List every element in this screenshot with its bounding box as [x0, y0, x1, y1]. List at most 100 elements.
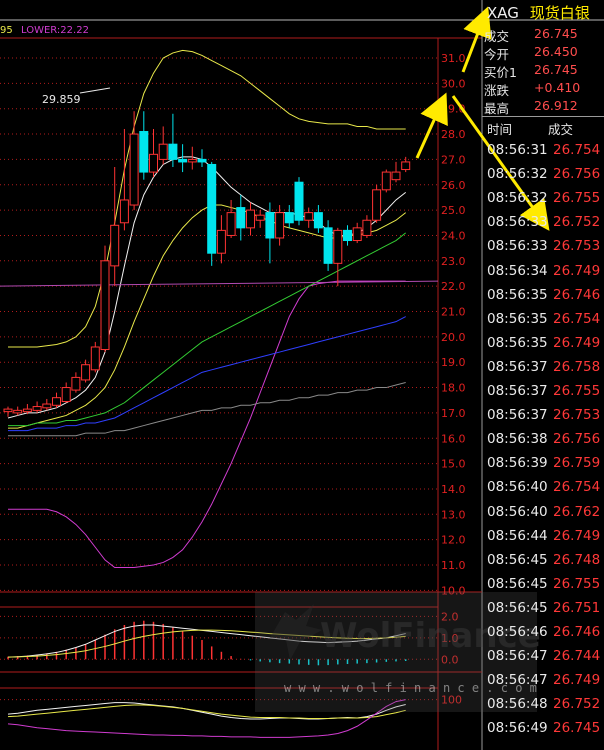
tick-time: 08:56:39 [487, 455, 548, 472]
tick-time: 08:56:45 [487, 551, 548, 568]
y-tick-label: 12.0 [441, 534, 466, 547]
y-tick-label: 25.0 [441, 204, 466, 217]
tick-price: 26.755 [553, 383, 601, 399]
candle-body [178, 158, 188, 163]
tick-time: 08:56:35 [487, 310, 548, 327]
tick-price: 26.749 [553, 527, 601, 544]
y-tick-label: 13.0 [441, 508, 466, 521]
tick-price: 26.756 [553, 166, 601, 183]
y-tick-label: 14.0 [441, 483, 466, 496]
tick-row: 08:56:38 26.756 [482, 431, 604, 455]
y-tick-label: 18.0 [441, 382, 466, 395]
candle-body [129, 133, 139, 206]
overlay-lower_band [8, 280, 406, 569]
tick-price: 26.745 [553, 720, 601, 737]
tick-price: 26.754 [553, 142, 601, 158]
candle-body [313, 212, 323, 229]
tick-price: 26.753 [553, 407, 601, 424]
tick-row: 08:56:33 26.752 [482, 214, 604, 238]
overlay-ma_white [7, 156, 407, 419]
candle-body [304, 212, 314, 221]
symbol-code: XAG [487, 4, 519, 22]
tick-time: 08:56:32 [487, 166, 548, 183]
tick-row: 08:56:45 26.748 [482, 552, 604, 576]
tick-time: 08:56:37 [487, 358, 548, 375]
tick-price: 26.751 [553, 599, 601, 616]
quote-value: 26.450 [534, 44, 578, 59]
candle-body [372, 189, 382, 221]
candle-body [71, 376, 81, 391]
tick-price: 26.752 [553, 214, 601, 231]
candle-body [197, 158, 207, 163]
candle-body [294, 181, 304, 221]
tick-row: 08:56:34 26.749 [482, 263, 604, 287]
candle-body [13, 409, 23, 414]
tick-time: 08:56:40 [487, 479, 548, 496]
tick-price: 26.759 [553, 455, 601, 472]
quote-value: 26.745 [534, 62, 578, 77]
tick-price: 26.749 [553, 672, 601, 689]
y-tick-label: 27.0 [441, 153, 466, 166]
quote-value: 26.745 [534, 26, 578, 41]
y-tick-label: 31.0 [441, 52, 466, 65]
tick-price: 26.754 [553, 310, 601, 327]
candle-body [246, 209, 255, 229]
candle-body [158, 143, 168, 160]
tick-row: 08:56:47 26.749 [482, 672, 604, 696]
tick-row: 08:56:48 26.752 [482, 696, 604, 720]
tick-row: 08:56:37 26.753 [482, 407, 604, 431]
tick-time: 08:56:34 [487, 262, 548, 279]
indicator-value-label: 95 [0, 25, 13, 36]
tick-price: 26.749 [553, 262, 601, 279]
tick-row: 08:56:45 26.755 [482, 576, 604, 600]
tick-price: 26.755 [553, 575, 601, 592]
candle-body [333, 229, 343, 264]
tick-price: 26.762 [553, 503, 601, 520]
candle-body [52, 397, 61, 406]
tick-row: 08:56:37 26.758 [482, 359, 604, 383]
tick-row: 08:56:35 26.749 [482, 335, 604, 359]
y-tick-label: 21.0 [441, 306, 466, 319]
tick-row: 08:56:39 26.759 [482, 455, 604, 479]
tick-time: 08:56:45 [487, 599, 548, 616]
tick-row: 08:56:44 26.749 [482, 528, 604, 552]
candle-body [391, 171, 401, 181]
ticks-header-price: 成交 [548, 122, 574, 137]
quote-label: 成交 [484, 29, 510, 44]
candle-body [255, 214, 265, 221]
y-tick-label: 22.0 [441, 280, 466, 293]
tick-row: 08:56:35 26.746 [482, 287, 604, 311]
symbol-header: XAG 现货白银 [487, 2, 590, 22]
tick-time: 08:56:35 [487, 334, 548, 351]
tick-price: 26.746 [553, 286, 601, 303]
candle-body [61, 387, 71, 402]
candle-body [32, 406, 42, 411]
tick-time: 08:56:33 [487, 238, 548, 255]
candle-body [81, 364, 91, 381]
tick-time: 08:56:46 [487, 624, 548, 640]
candle-body [42, 403, 52, 409]
candle-body [352, 227, 362, 242]
tick-row: 08:56:40 26.754 [482, 479, 604, 503]
candle-body [236, 207, 246, 229]
candle-body [90, 346, 100, 371]
tick-row: 08:56:32 26.756 [482, 166, 604, 190]
candle-body [22, 408, 32, 413]
tick-price: 26.746 [553, 624, 601, 640]
candle-body [168, 143, 178, 160]
tick-row: 08:56:33 26.753 [482, 238, 604, 262]
y-tick-label: 20.0 [441, 331, 466, 344]
tick-time: 08:56:38 [487, 431, 548, 448]
quote-label: 涨跌 [484, 83, 510, 98]
tick-time: 08:56:47 [487, 648, 548, 665]
tick-row: 08:56:35 26.754 [482, 311, 604, 335]
candle-body [275, 212, 285, 239]
candle-body [284, 212, 294, 224]
lower-band-label: LOWER:22.22 [21, 25, 89, 36]
tick-row: 08:56:32 26.755 [482, 190, 604, 214]
tick-time: 08:56:31 [487, 142, 548, 158]
tick-time: 08:56:33 [487, 214, 548, 231]
tick-row: 08:56:40 26.762 [482, 504, 604, 528]
candle-body [265, 212, 275, 239]
tick-time: 08:56:45 [487, 575, 548, 592]
